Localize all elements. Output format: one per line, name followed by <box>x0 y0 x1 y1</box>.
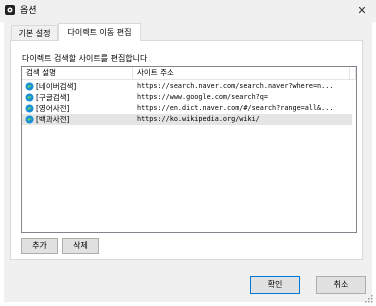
list-item-name: [백과사전] <box>36 115 70 124</box>
list-item[interactable]: [구글검색] https://www.google.com/search?q= <box>22 92 352 103</box>
close-button[interactable]: ✕ <box>350 1 374 20</box>
list-item[interactable]: [네이버검색] https://search.naver.com/search.… <box>22 81 352 92</box>
delete-button[interactable]: 삭제 <box>62 238 99 254</box>
tab-direct-move-edit[interactable]: 다이렉트 이동 편집 <box>58 23 141 41</box>
edge-icon <box>25 104 34 113</box>
list-item-url: https://search.naver.com/search.naver?wh… <box>137 82 334 90</box>
add-button[interactable]: 추가 <box>21 238 58 254</box>
ok-button[interactable]: 확인 <box>250 276 300 294</box>
list-item-url: https://www.google.com/search?q= <box>137 93 268 101</box>
panel-description: 다이렉트 검색할 사이트를 편집합니다 <box>22 54 148 63</box>
cancel-button[interactable]: 취소 <box>316 276 366 294</box>
list-item-name: [구글검색] <box>36 93 70 102</box>
list-header: 검색 설명 사이트 주소 <box>22 67 356 80</box>
edge-icon <box>25 115 34 124</box>
window-title: 옵션 <box>20 6 37 16</box>
list-item-url: https://ko.wikipedia.org/wiki/ <box>137 115 260 123</box>
list-item-selected[interactable]: [백과사전] https://ko.wikipedia.org/wiki/ <box>22 114 352 125</box>
resize-grip-icon[interactable] <box>364 294 374 304</box>
title-bar: 옵션 ✕ <box>0 0 376 22</box>
site-list[interactable]: 검색 설명 사이트 주소 [네이버검색] https://search.nave… <box>21 66 357 233</box>
list-item-name: [네이버검색] <box>36 82 77 91</box>
list-item-url: https://en.dict.naver.com/#/search?range… <box>137 104 334 112</box>
column-header-site-address[interactable]: 사이트 주소 <box>133 67 356 79</box>
options-app-icon <box>4 4 16 16</box>
edge-icon <box>25 93 34 102</box>
edge-icon <box>25 82 34 91</box>
list-item[interactable]: [영어사전] https://en.dict.naver.com/#/searc… <box>22 103 352 114</box>
column-header-description[interactable]: 검색 설명 <box>22 67 133 79</box>
column-header-extra[interactable] <box>349 67 356 79</box>
list-item-name: [영어사전] <box>36 104 70 113</box>
tab-basic-settings[interactable]: 기본 설정 <box>11 25 58 41</box>
